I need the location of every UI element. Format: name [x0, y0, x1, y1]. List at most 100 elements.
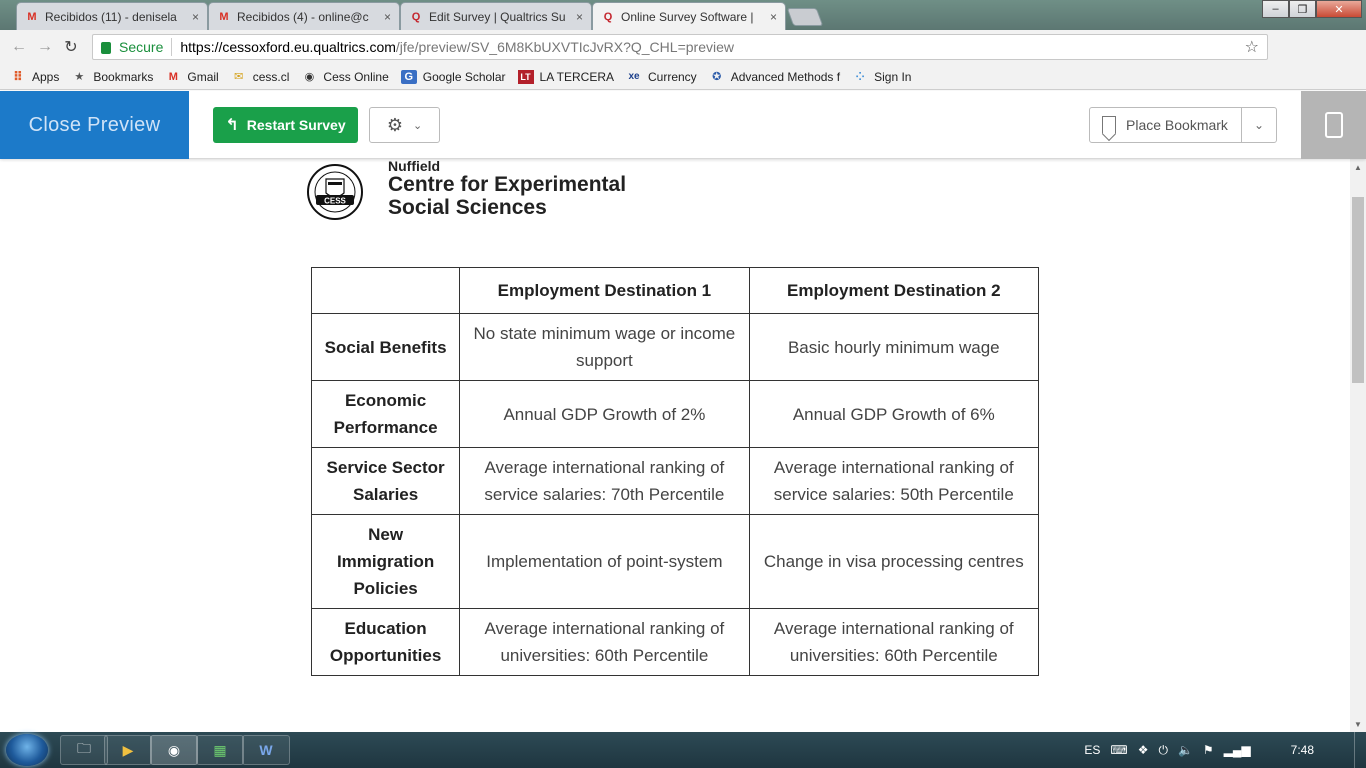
browser-tab-2[interactable]: M Recibidos (4) - online@c ×	[208, 2, 400, 30]
survey-content: CESS Nuffield Centre for Experimental So…	[0, 159, 1350, 732]
row-attribute: New Immigration Policies	[310, 514, 461, 609]
language-indicator[interactable]: ES	[1084, 743, 1100, 757]
table-header-row: Employment Destination 1 Employment Dest…	[310, 267, 1040, 314]
scrollbar-thumb[interactable]	[1352, 197, 1364, 383]
file-explorer-icon[interactable]: 🗀	[60, 735, 108, 765]
volume-icon[interactable]: 🔈	[1178, 743, 1193, 757]
preview-header: Close Preview ↰ Restart Survey ⚙ ⌄ Place…	[0, 91, 1366, 159]
bookmark-star-icon[interactable]: ☆	[1245, 37, 1259, 57]
browser-toolbar: ← → ↻ Secure https://cessoxford.eu.qualt…	[0, 30, 1366, 91]
browser-tab-1[interactable]: M Recibidos (11) - denisela ×	[16, 2, 208, 30]
bookmark-label: Bookmarks	[93, 69, 154, 84]
network-icon[interactable]: ▂▄▆	[1224, 743, 1251, 757]
power-icon[interactable]: ⏻	[1158, 743, 1168, 758]
logo-line-nuffield: Nuffield	[388, 159, 441, 174]
start-button[interactable]	[6, 734, 48, 766]
place-bookmark-label: Place Bookmark	[1126, 117, 1228, 133]
table-row: Economic Performance Annual GDP Growth o…	[310, 380, 1040, 448]
gmail-icon: M	[219, 10, 229, 23]
bookmark-gmail[interactable]: M Gmail	[165, 70, 219, 84]
restart-survey-label: Restart Survey	[246, 117, 346, 133]
url-host: https://cessoxford.eu.qualtrics.com	[180, 39, 396, 55]
table-row: Education Opportunities Average internat…	[310, 608, 1040, 676]
row-value-destination-2: Change in visa processing centres	[748, 514, 1040, 609]
bookmark-advanced-methods[interactable]: ✪ Advanced Methods f	[709, 70, 840, 84]
tab-close-icon[interactable]: ×	[770, 10, 777, 24]
scroll-up-arrow-icon[interactable]: ▲	[1350, 159, 1366, 175]
undo-arrow-icon: ↰	[225, 117, 239, 134]
cess-icon: ◉	[304, 71, 315, 83]
bookmark-label: Apps	[32, 69, 60, 84]
media-player-icon[interactable]: ▶	[104, 735, 152, 765]
gmail-icon: M	[168, 70, 178, 83]
tab-close-icon[interactable]: ×	[576, 10, 583, 24]
row-value-destination-1: Implementation of point-system	[459, 514, 750, 609]
row-attribute: Education Opportunities	[310, 608, 461, 676]
envelope-icon: ✉	[234, 71, 244, 83]
logo-line-centre: Centre for Experimental	[388, 173, 627, 196]
tab-title: Online Survey Software |	[621, 9, 754, 24]
lock-icon	[101, 42, 111, 54]
minimize-button[interactable]: –	[1262, 0, 1289, 18]
settings-dropdown[interactable]: ⚙ ⌄	[369, 107, 440, 143]
bookmark-google-scholar[interactable]: G Google Scholar	[400, 69, 506, 84]
flag-icon[interactable]: ⚑	[1203, 743, 1214, 757]
dropbox-icon[interactable]: ❖	[1138, 743, 1149, 757]
tab-title: Edit Survey | Qualtrics Su	[429, 9, 566, 24]
bookmark-la-tercera[interactable]: LT LA TERCERA	[517, 69, 614, 84]
excel-icon[interactable]: ▦	[196, 735, 244, 765]
page-scrollbar[interactable]: ▲ ▼	[1350, 159, 1366, 732]
tab-title: Recibidos (11) - denisela	[45, 9, 177, 24]
logo-line-social: Social Sciences	[388, 196, 547, 219]
bookmark-sign-in[interactable]: ⁘ Sign In	[852, 70, 911, 84]
bookmark-currency[interactable]: xe Currency	[626, 69, 697, 84]
window-close-button[interactable]: ✕	[1316, 0, 1362, 18]
close-preview-button[interactable]: Close Preview	[0, 91, 189, 159]
address-bar[interactable]: Secure https://cessoxford.eu.qualtrics.c…	[92, 34, 1268, 60]
table-row: Social Benefits No state minimum wage or…	[310, 313, 1040, 381]
forward-button[interactable]: →	[32, 38, 58, 56]
row-value-destination-1: Average international ranking of service…	[459, 447, 750, 515]
browser-tab-3[interactable]: Q Edit Survey | Qualtrics Su ×	[400, 2, 592, 30]
bookmark-label: cess.cl	[252, 69, 290, 84]
la-tercera-icon: LT	[517, 69, 534, 84]
bookmark-bookmarks[interactable]: ★ Bookmarks	[71, 70, 153, 84]
tab-close-icon[interactable]: ×	[192, 10, 199, 24]
advanced-methods-icon: ✪	[712, 71, 722, 83]
tab-strip: M Recibidos (11) - denisela × M Recibido…	[0, 0, 1366, 30]
logo-text: Nuffield Centre for Experimental Social …	[388, 159, 626, 219]
chrome-icon[interactable]: ◉	[150, 735, 198, 765]
bookmark-label: Currency	[648, 69, 697, 84]
chevron-down-icon: ⌄	[412, 119, 423, 132]
table-header-destination-1: Employment Destination 1	[459, 267, 750, 314]
table-row: New Immigration Policies Implementation …	[310, 514, 1040, 609]
gear-icon: ⚙	[386, 114, 403, 135]
scroll-down-arrow-icon[interactable]: ▼	[1350, 716, 1366, 732]
reload-button[interactable]: ↻	[58, 37, 84, 57]
word-icon[interactable]: W	[242, 735, 290, 765]
row-value-destination-2: Annual GDP Growth of 6%	[748, 380, 1040, 448]
restart-survey-button[interactable]: ↰ Restart Survey	[213, 107, 358, 143]
chevron-down-icon[interactable]: ⌄	[1242, 118, 1276, 132]
clock[interactable]: 7:48	[1291, 743, 1314, 757]
bookmark-apps[interactable]: ⠿ Apps	[10, 69, 60, 84]
phone-icon	[1324, 112, 1343, 138]
bookmark-cess-cl[interactable]: ✉ cess.cl	[231, 69, 290, 84]
tab-close-icon[interactable]: ×	[384, 10, 391, 24]
back-button[interactable]: ←	[6, 38, 32, 56]
new-tab-button[interactable]	[786, 8, 824, 26]
mobile-view-toggle[interactable]	[1301, 91, 1366, 159]
row-attribute: Economic Performance	[310, 380, 461, 448]
cess-seal-icon: CESS	[307, 164, 363, 220]
show-desktop-button[interactable]	[1354, 732, 1366, 768]
table-row: Service Sector Salaries Average internat…	[310, 447, 1040, 515]
browser-tab-4-active[interactable]: Q Online Survey Software | ×	[592, 2, 786, 30]
bookmarks-bar: ⠿ Apps ★ Bookmarks M Gmail ✉ cess.cl ◉ C…	[0, 64, 1366, 90]
maximize-button[interactable]: ❐	[1289, 0, 1316, 18]
keyboard-icon[interactable]: ⌨	[1110, 743, 1127, 757]
place-bookmark-button[interactable]: Place Bookmark ⌄	[1089, 107, 1277, 143]
star-icon: ★	[74, 71, 85, 83]
row-attribute: Service Sector Salaries	[310, 447, 461, 515]
bookmark-cess-online[interactable]: ◉ Cess Online	[301, 70, 389, 84]
sign-in-icon: ⁘	[855, 71, 865, 83]
